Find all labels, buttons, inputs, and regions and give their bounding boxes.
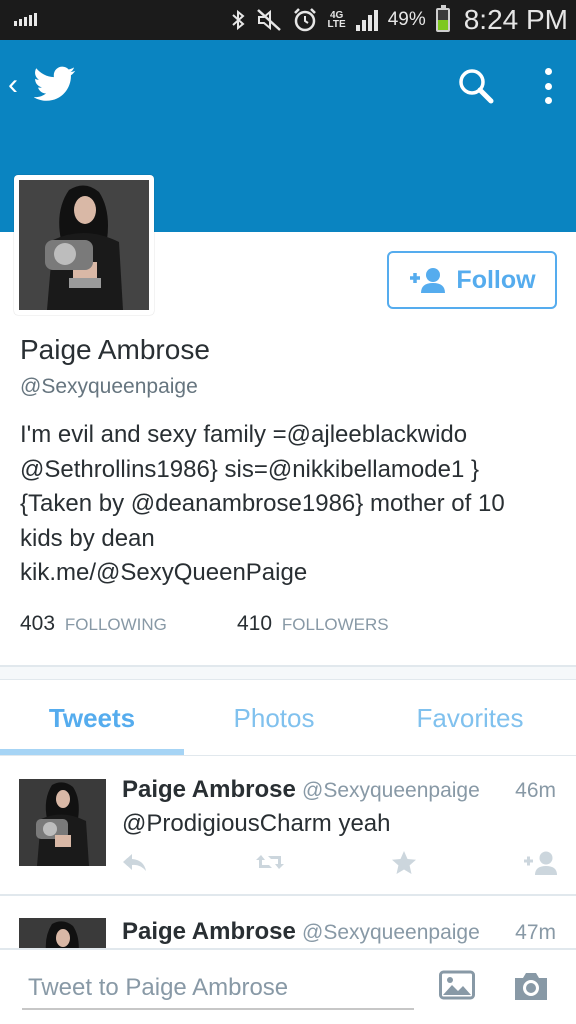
section-gap [0,667,576,679]
tab-photos[interactable]: Photos [184,680,364,756]
tweet-avatar[interactable] [19,918,106,950]
following-stat[interactable]: 403 FOLLOWING [20,612,167,636]
tweet-actions [0,850,576,880]
tweet-time: 46m [515,779,556,802]
4g-lte-icon: 4G LTE [327,10,346,30]
chevron-left-icon[interactable]: ‹ [8,70,18,100]
reply-icon[interactable] [120,850,148,874]
tab-favorites[interactable]: Favorites [364,680,576,756]
profile-name: Paige Ambrose [20,334,210,365]
alarm-icon [293,8,316,32]
follow-button[interactable]: Follow [387,251,557,309]
tweet-time: 47m [515,921,556,944]
favorite-star-icon[interactable] [391,850,417,876]
camera-icon[interactable] [512,970,550,1002]
photo-icon[interactable] [439,970,475,1000]
tweet-compose-input[interactable] [22,964,414,1010]
more-vertical-icon[interactable] [534,66,562,106]
follow-user-icon[interactable] [522,850,558,876]
followers-label: FOLLOWERS [281,615,389,634]
battery-icon [435,5,450,32]
bio-line: @Sethrollins1986} sis=@nikkibellamode1 } [20,455,479,483]
bio-line: kids by dean [20,524,155,552]
profile-tabs: Tweets Photos Favorites [0,680,576,756]
followers-count: 410 [237,612,273,635]
tweet-handle[interactable]: @Sexyqueenpaige [302,921,480,945]
followers-stat[interactable]: 410 FOLLOWERS [237,612,389,636]
profile-bio: I'm evil and sexy family =@ajleeblackwid… [20,418,560,591]
tweet-item[interactable]: Paige Ambrose @Sexyqueenpaige 46m @Prodi… [0,756,576,896]
tweet-item[interactable]: Paige Ambrose @Sexyqueenpaige 47m [0,898,576,950]
profile-handle: @Sexyqueenpaige [20,375,198,398]
battery-percent: 49% [387,9,426,30]
mute-icon [256,9,281,31]
twitter-bird-icon[interactable] [34,66,76,102]
search-icon[interactable] [456,66,496,106]
bio-line: I'm evil and sexy family =@ajleeblackwid… [20,421,468,448]
tweet-author[interactable]: Paige Ambrose [122,776,296,804]
bio-line: {Taken by @deanambrose1986} mother of 10 [20,490,505,517]
following-label: FOLLOWING [64,615,167,634]
tab-tweets[interactable]: Tweets [0,680,184,756]
tweet-text: @ProdigiousCharm yeah [122,810,391,837]
signal-small-icon [14,12,37,26]
profile-avatar[interactable] [14,175,154,315]
status-bar: 4G LTE 49% 8:24 PM [0,0,576,40]
avatar [19,180,149,310]
bluetooth-icon [231,9,245,31]
retweet-icon[interactable] [254,850,286,874]
cell-signal-icon [355,9,378,31]
tweet-author[interactable]: Paige Ambrose [122,918,296,946]
compose-bar [0,948,576,1024]
tweet-handle[interactable]: @Sexyqueenpaige [302,779,480,803]
follow-label: Follow [456,265,536,294]
add-user-icon [410,268,446,293]
bio-link[interactable]: kik.me/@SexyQueenPaige [20,556,560,591]
clock: 8:24 PM [463,4,568,35]
following-count: 403 [20,612,56,635]
